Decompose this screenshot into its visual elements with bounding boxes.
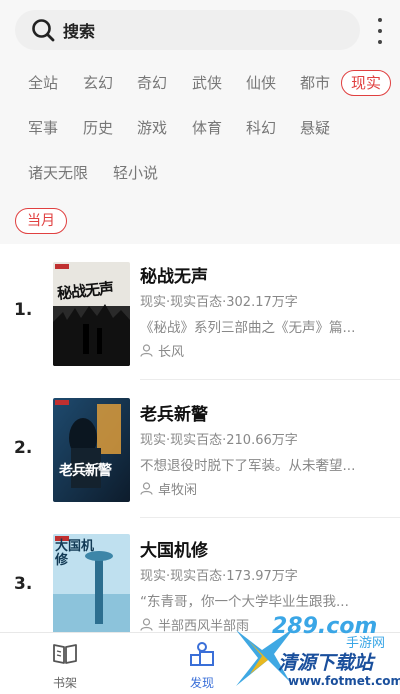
author-name: 卓牧闲 [158, 483, 198, 498]
author-icon [140, 618, 153, 631]
period-filter-month[interactable]: 当月 [15, 208, 67, 234]
nav-discover-label: 发现 [189, 676, 214, 690]
book-title[interactable]: 秘战无声 [140, 262, 208, 287]
category-xianxia[interactable]: 仙侠 [246, 70, 276, 96]
cover-title: 大国机修 [55, 539, 95, 568]
cover-title: 老兵新警 [59, 463, 112, 479]
category-qingxiaoshuo[interactable]: 轻小说 [113, 160, 158, 186]
category-xianshi[interactable]: 现实 [341, 70, 392, 96]
book-author: 长风 [140, 341, 184, 360]
bottom-nav: 书架 发现 [0, 632, 400, 694]
category-dushi[interactable]: 都市 [300, 70, 330, 96]
book-description: 不想退役时脱下了军装。从未奢望... [140, 458, 356, 474]
book-description: “东青哥，你一个大学毕业生跟我... [140, 594, 349, 610]
book-description: 《秘战》系列三部曲之《无声》篇... [140, 320, 356, 336]
book-title[interactable]: 老兵新警 [140, 400, 208, 425]
discover-icon [190, 642, 214, 666]
divider [140, 379, 400, 380]
search-icon [32, 19, 55, 42]
nav-bookshelf-label: 书架 [52, 676, 77, 690]
category-xuanhuan[interactable]: 玄幻 [83, 70, 113, 96]
rank-number: 2. [14, 438, 33, 458]
book-meta: 现实·现实百态·302.17万字 [140, 295, 298, 310]
category-youxi[interactable]: 游戏 [137, 115, 167, 141]
author-icon [140, 344, 153, 357]
category-tiyu[interactable]: 体育 [192, 115, 222, 141]
book-author: 卓牧闲 [140, 479, 197, 498]
divider [140, 517, 400, 518]
book-open-icon [53, 644, 77, 664]
book-cover: 老兵新警 [53, 398, 130, 502]
author-icon [140, 482, 153, 495]
nav-bookshelf[interactable]: 书架 [35, 641, 95, 691]
category-junshi[interactable]: 军事 [28, 115, 58, 141]
book-item[interactable]: 2. 老兵新警 老兵新警 现实·现实百态·210.66万字 不想退役时脱下了军装… [0, 396, 400, 534]
category-wuxia[interactable]: 武侠 [192, 70, 222, 96]
book-title[interactable]: 大国机修 [140, 536, 208, 561]
book-meta: 现实·现实百态·173.97万字 [140, 569, 298, 584]
search-bar[interactable]: 搜索 [15, 10, 360, 50]
category-lishi[interactable]: 历史 [83, 115, 113, 141]
more-menu-icon[interactable] [372, 18, 388, 44]
rank-number: 3. [14, 574, 33, 594]
category-kehuan[interactable]: 科幻 [246, 115, 276, 141]
top-bar: 搜索 [0, 0, 400, 62]
book-meta: 现实·现实百态·210.66万字 [140, 433, 298, 448]
nav-discover[interactable]: 发现 [172, 641, 232, 691]
category-filter-panel: 全站 玄幻 奇幻 武侠 仙侠 都市 现实 军事 历史 游戏 体育 科幻 悬疑 诸… [0, 62, 400, 244]
search-label: 搜索 [63, 22, 96, 41]
category-xuanyi[interactable]: 悬疑 [300, 115, 330, 141]
author-name: 长风 [158, 345, 185, 360]
category-qihuan[interactable]: 奇幻 [137, 70, 167, 96]
book-cover: 大国机修 [53, 534, 130, 638]
rank-number: 1. [14, 300, 33, 320]
book-cover: 秘战无声 [53, 262, 130, 366]
book-item[interactable]: 1. 秘战无声 秘战无声 现实·现实百态·302.17万字 《秘战》系列三部曲之… [0, 258, 400, 396]
category-zhutian[interactable]: 诸天无限 [28, 160, 88, 186]
category-all[interactable]: 全站 [28, 70, 58, 96]
